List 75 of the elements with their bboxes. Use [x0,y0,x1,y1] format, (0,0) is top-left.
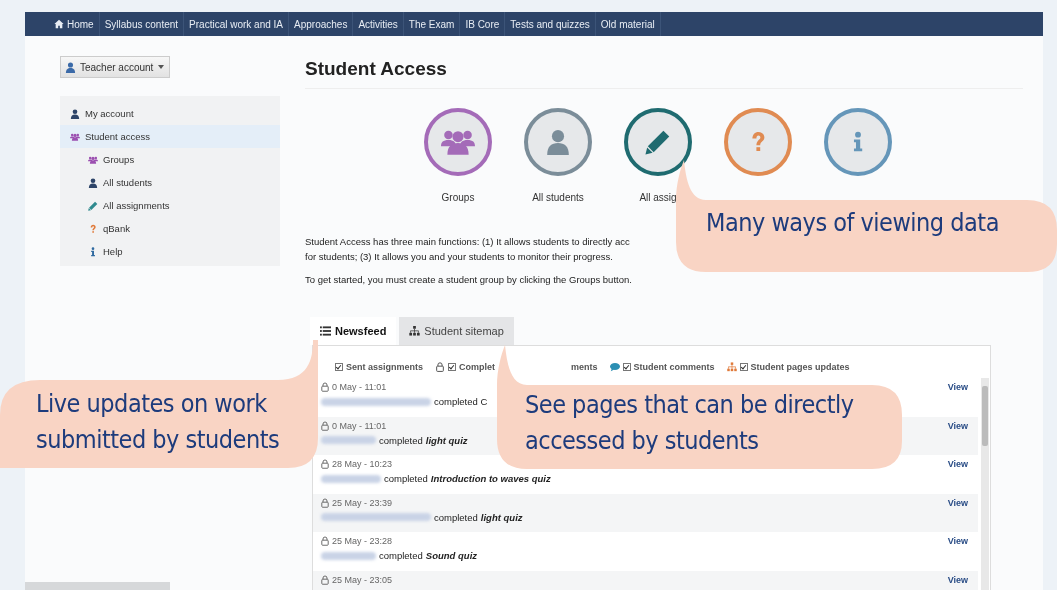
sidebar-item[interactable]: qBank [60,217,280,240]
checkbox[interactable] [335,363,343,371]
lock-icon [321,382,329,392]
home-icon [54,19,64,29]
filter-label: Complet [459,362,496,372]
pencil-icon [645,129,671,155]
blurred-name [321,436,376,444]
group-icon [88,154,98,165]
quiz-name: light quiz [480,511,523,523]
blurred-name [321,474,381,483]
intro-text: for students; (3) It allows you and your students to monitor their progress. [305,250,613,264]
filter-label: Student pages updates [750,362,850,372]
group-icon [441,129,475,155]
feed-text: completed [434,511,478,523]
quiz-name: Introduction to waves quiz [430,473,551,484]
list-icon [320,326,331,336]
callout-text: Many ways of viewing data [706,207,999,239]
pencil-icon [88,200,98,211]
lock-icon [321,420,329,431]
account-dropdown[interactable]: Teacher account [60,56,170,78]
sidebar-item[interactable]: All students [60,171,280,194]
feed-date: 25 May - 23:39 [332,497,393,508]
person-icon [545,129,571,155]
view-link[interactable]: View [947,536,968,548]
intro-text: Student Access has three main functions: (1) It allows students to directly acc [305,235,630,249]
filter-label: Student comments [633,362,715,372]
group-icon [70,131,80,142]
view-link[interactable]: View [947,420,968,433]
sidebar-item[interactable]: My account [60,102,280,125]
lock-icon [321,536,329,546]
lock-icon [435,362,446,372]
sidebar-item[interactable]: All assignments [60,194,280,217]
sidebar-item[interactable]: Help [60,240,280,263]
feed-text: completed C [434,396,488,407]
tab[interactable]: Student sitemap [399,317,514,345]
scrollbar[interactable] [981,378,989,590]
checkbox[interactable] [622,363,631,371]
callout-text: Live updates on work submitted by students [36,388,281,456]
feed-date: 28 May - 10:23 [332,459,393,469]
view-link[interactable]: View [947,459,968,471]
sidebar-item[interactable]: Student access [60,125,280,148]
view-link[interactable]: View [947,574,968,587]
feed-text: completed [379,434,423,446]
feed-date: 0 May - 11:01 [332,420,387,431]
checkbox[interactable] [739,363,748,371]
speech-bubble-icon [609,362,620,372]
feed-date: 25 May - 23:28 [332,536,393,546]
blurred-name [321,551,376,560]
feed-date: 25 May - 23:05 [332,574,393,585]
intro-text: To get started, you must create a student group by clicking the Groups button. [305,273,632,287]
question-mark-icon [88,223,98,234]
callout-text: See pages that can be directly accessed by students [525,389,855,457]
feed-text: completed [379,550,423,561]
checkbox[interactable] [448,363,457,371]
person-icon [70,108,80,119]
sidebar-item[interactable]: Groups [60,148,280,171]
tab[interactable]: Newsfeed [310,317,397,345]
page-title: Student Access [305,58,1023,89]
quiz-name: Sound quiz [425,550,478,561]
view-link[interactable]: View [947,382,968,394]
caret-icon [158,65,165,69]
feed-date: 0 May - 11:01 [332,382,387,392]
info-icon [88,246,98,257]
lock-icon [321,497,329,508]
person-icon [65,61,76,73]
quiz-name: light quiz [425,434,468,446]
view-link[interactable]: View [947,497,968,510]
filter-label: ments [571,362,598,372]
feed-text: completed [384,473,428,484]
filter-label: Sent assignments [346,362,424,372]
person-icon [88,177,98,188]
sitemap-icon [409,326,421,336]
lock-icon [321,459,329,469]
lock-icon [321,574,329,585]
sitemap-icon [726,362,737,372]
